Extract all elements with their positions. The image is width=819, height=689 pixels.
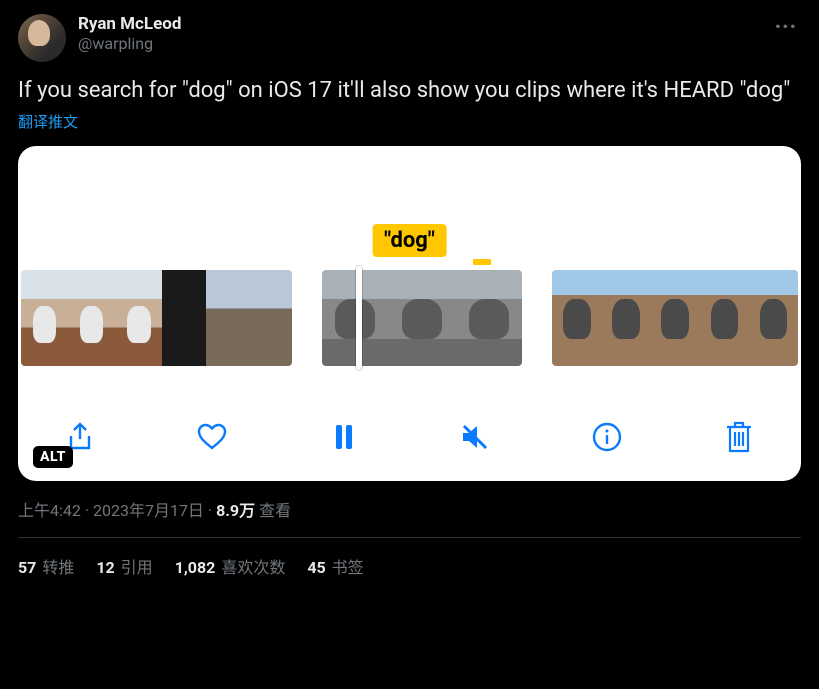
- caption-tag: "dog": [372, 224, 447, 257]
- clip-3[interactable]: [552, 270, 798, 366]
- clip-frame: [115, 270, 162, 366]
- clip-frame: [552, 270, 601, 366]
- tweet-meta[interactable]: 上午4:42 · 2023年7月17日 · 8.9万 查看: [18, 497, 801, 521]
- bookmarks-stat[interactable]: 45 书签: [307, 554, 363, 578]
- clip-frame: [68, 270, 115, 366]
- views-label: 查看: [259, 501, 291, 520]
- tweet-header: Ryan McLeod @warpling ···: [18, 14, 801, 62]
- clip-frame: [206, 270, 249, 366]
- clip-frame: [602, 270, 651, 366]
- clip-frame: [21, 270, 68, 366]
- clip-frame: [249, 270, 292, 366]
- quotes-stat[interactable]: 12 引用: [96, 554, 152, 578]
- clip-frame: [749, 270, 798, 366]
- tweet-stats: 57 转推 12 引用 1,082 喜欢次数 45 书签: [18, 554, 801, 578]
- clip-1[interactable]: [21, 270, 292, 366]
- delete-button[interactable]: [717, 415, 761, 459]
- avatar[interactable]: [18, 14, 66, 62]
- info-button[interactable]: [585, 415, 629, 459]
- playhead[interactable]: [356, 266, 362, 370]
- like-button[interactable]: [190, 415, 234, 459]
- tweet-date: 2023年7月17日: [93, 501, 204, 520]
- retweets-stat[interactable]: 57 转推: [18, 554, 74, 578]
- translate-link[interactable]: 翻译推文: [18, 111, 78, 132]
- clip-frame: [700, 270, 749, 366]
- more-menu-icon[interactable]: ···: [771, 14, 801, 38]
- clip-2[interactable]: [322, 270, 522, 366]
- pause-button[interactable]: [322, 415, 366, 459]
- caption-tick: [473, 259, 491, 265]
- clip-frame: [389, 270, 456, 366]
- author-names[interactable]: Ryan McLeod @warpling: [78, 14, 771, 54]
- filmstrip[interactable]: [18, 270, 801, 366]
- clip-frame: [651, 270, 700, 366]
- handle: @warpling: [78, 34, 771, 54]
- tweet-time: 上午4:42: [18, 501, 81, 520]
- mute-button[interactable]: [453, 415, 497, 459]
- tweet-text: If you search for "dog" on iOS 17 it'll …: [18, 76, 801, 105]
- divider: [18, 537, 801, 538]
- tweet: Ryan McLeod @warpling ··· If you search …: [0, 0, 819, 592]
- alt-badge[interactable]: ALT: [33, 446, 73, 468]
- clip-frame: [162, 270, 205, 366]
- display-name: Ryan McLeod: [78, 14, 771, 34]
- clip-frame: [456, 270, 523, 366]
- media-card[interactable]: "dog": [18, 146, 801, 481]
- views-count: 8.9万: [216, 501, 255, 520]
- media-toolbar: [18, 405, 801, 469]
- likes-stat[interactable]: 1,082 喜欢次数: [175, 554, 286, 578]
